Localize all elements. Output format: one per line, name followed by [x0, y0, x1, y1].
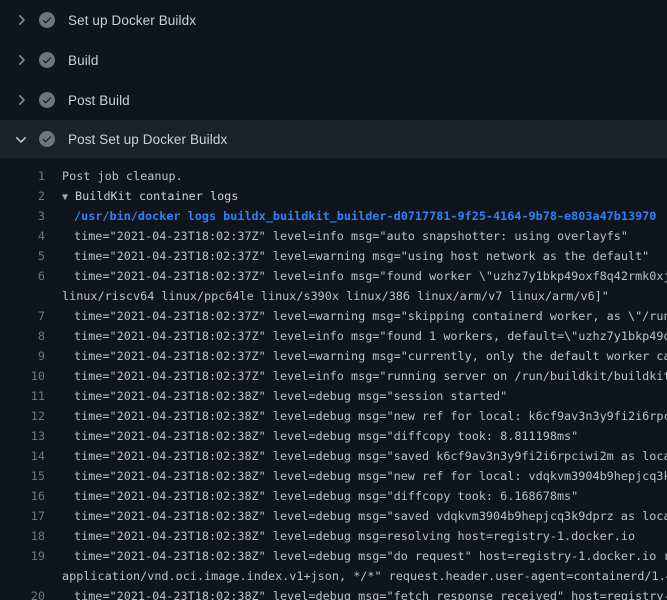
log-text: time="2021-04-23T18:02:38Z" level=debug …	[74, 586, 667, 600]
log-line: 5 time="2021-04-23T18:02:37Z" level=warni…	[0, 246, 667, 266]
log-line: 1 Post job cleanup.	[0, 166, 667, 186]
log-line-wrap: linux/riscv64 linux/ppc64le linux/s390x …	[0, 286, 667, 306]
log-line: 11 time="2021-04-23T18:02:38Z" level=debu…	[0, 386, 667, 406]
line-number[interactable]: 6	[0, 266, 45, 286]
line-number[interactable]: 5	[0, 246, 45, 266]
log-group-toggle[interactable]: ▼ BuildKit container logs	[62, 186, 238, 206]
log-command-text: /usr/bin/docker logs buildx_buildkit_bui…	[74, 206, 656, 226]
line-number[interactable]: 2	[0, 186, 45, 206]
log-line: 14 time="2021-04-23T18:02:38Z" level=debu…	[0, 446, 667, 466]
line-number[interactable]: 19	[0, 546, 45, 566]
chevron-right-icon	[13, 52, 29, 68]
log-line: 8 time="2021-04-23T18:02:37Z" level=info …	[0, 326, 667, 346]
line-number[interactable]: 17	[0, 506, 45, 526]
line-number[interactable]: 9	[0, 346, 45, 366]
log-text: time="2021-04-23T18:02:38Z" level=debug …	[74, 486, 578, 506]
step-header-post-build[interactable]: Post Build	[0, 80, 667, 120]
step-label: Post Build	[68, 93, 130, 108]
chevron-right-icon	[13, 92, 29, 108]
step-header-set-up-docker-buildx[interactable]: Set up Docker Buildx	[0, 0, 667, 40]
log-text: time="2021-04-23T18:02:37Z" level=warnin…	[74, 246, 649, 266]
log-text: linux/riscv64 linux/ppc64le linux/s390x …	[62, 286, 609, 306]
line-number[interactable]: 4	[0, 226, 45, 246]
log-line: 12 time="2021-04-23T18:02:38Z" level=debu…	[0, 406, 667, 426]
log-text: time="2021-04-23T18:02:37Z" level=info m…	[74, 366, 667, 386]
line-number[interactable]: 20	[0, 586, 45, 600]
step-label: Set up Docker Buildx	[68, 13, 196, 28]
line-number[interactable]: 13	[0, 426, 45, 446]
log-text: application/vnd.oci.image.index.v1+json,…	[62, 566, 667, 586]
log-line: 20 time="2021-04-23T18:02:38Z" level=debu…	[0, 586, 667, 600]
log-text: time="2021-04-23T18:02:38Z" level=debug …	[74, 386, 507, 406]
step-label: Build	[68, 53, 99, 68]
log-text: time="2021-04-23T18:02:38Z" level=debug …	[74, 466, 667, 486]
line-number[interactable]: 12	[0, 406, 45, 426]
log-text: time="2021-04-23T18:02:37Z" level=info m…	[74, 226, 628, 246]
line-number[interactable]: 18	[0, 526, 45, 546]
log-line: 15 time="2021-04-23T18:02:38Z" level=debu…	[0, 466, 667, 486]
log-text: time="2021-04-23T18:02:38Z" level=debug …	[74, 426, 578, 446]
log-line: 4 time="2021-04-23T18:02:37Z" level=info …	[0, 226, 667, 246]
check-circle-icon	[39, 12, 55, 28]
step-header-build[interactable]: Build	[0, 40, 667, 80]
log-text: time="2021-04-23T18:02:37Z" level=info m…	[74, 266, 667, 286]
log-line: 9 time="2021-04-23T18:02:37Z" level=warni…	[0, 346, 667, 366]
log-text: time="2021-04-23T18:02:37Z" level=warnin…	[74, 346, 667, 366]
line-number	[0, 286, 45, 306]
check-circle-icon	[39, 131, 55, 147]
line-number[interactable]: 7	[0, 306, 45, 326]
line-number[interactable]: 14	[0, 446, 45, 466]
log-line: 18 time="2021-04-23T18:02:38Z" level=debu…	[0, 526, 667, 546]
log-text: time="2021-04-23T18:02:38Z" level=debug …	[74, 446, 667, 466]
line-number[interactable]: 11	[0, 386, 45, 406]
log-text: time="2021-04-23T18:02:37Z" level=warnin…	[74, 306, 667, 326]
log-line: 6 time="2021-04-23T18:02:37Z" level=info …	[0, 266, 667, 286]
log-line-wrap: application/vnd.oci.image.index.v1+json,…	[0, 566, 667, 586]
chevron-down-icon	[13, 131, 29, 147]
log-line: 19 time="2021-04-23T18:02:38Z" level=debu…	[0, 546, 667, 566]
line-number[interactable]: 1	[0, 166, 45, 186]
log-line: 2 ▼ BuildKit container logs	[0, 186, 667, 206]
line-number	[0, 566, 45, 586]
log-text: time="2021-04-23T18:02:38Z" level=debug …	[74, 546, 667, 566]
triangle-down-icon: ▼	[62, 192, 68, 203]
log-text: time="2021-04-23T18:02:38Z" level=debug …	[74, 506, 667, 526]
chevron-right-icon	[13, 12, 29, 28]
line-number[interactable]: 10	[0, 366, 45, 386]
log-group-label: BuildKit container logs	[75, 189, 238, 203]
log-line: 16 time="2021-04-23T18:02:38Z" level=debu…	[0, 486, 667, 506]
log-text: Post job cleanup.	[62, 166, 183, 186]
line-number[interactable]: 3	[0, 206, 45, 226]
log-line: 10 time="2021-04-23T18:02:37Z" level=info…	[0, 366, 667, 386]
line-number[interactable]: 8	[0, 326, 45, 346]
check-circle-icon	[39, 92, 55, 108]
log-line: 13 time="2021-04-23T18:02:38Z" level=debu…	[0, 426, 667, 446]
log-line: 7 time="2021-04-23T18:02:37Z" level=warni…	[0, 306, 667, 326]
log-line: 3/usr/bin/docker logs buildx_buildkit_bu…	[0, 206, 667, 226]
log-text: time="2021-04-23T18:02:37Z" level=info m…	[74, 326, 667, 346]
step-header-post-set-up-docker-buildx[interactable]: Post Set up Docker Buildx	[0, 120, 667, 158]
log-text: time="2021-04-23T18:02:38Z" level=debug …	[74, 526, 635, 546]
actions-log-viewer: Set up Docker Buildx Build Post Build Post …	[0, 0, 667, 600]
line-number[interactable]: 16	[0, 486, 45, 506]
log-scroll-area[interactable]: 1 Post job cleanup. 2 ▼ BuildKit container l…	[0, 158, 667, 600]
step-list: Set up Docker Buildx Build Post Build Post …	[0, 0, 667, 158]
check-circle-icon	[39, 52, 55, 68]
log-line: 17 time="2021-04-23T18:02:38Z" level=debu…	[0, 506, 667, 526]
log-text: time="2021-04-23T18:02:38Z" level=debug …	[74, 406, 667, 426]
line-number[interactable]: 15	[0, 466, 45, 486]
step-label: Post Set up Docker Buildx	[68, 132, 227, 147]
